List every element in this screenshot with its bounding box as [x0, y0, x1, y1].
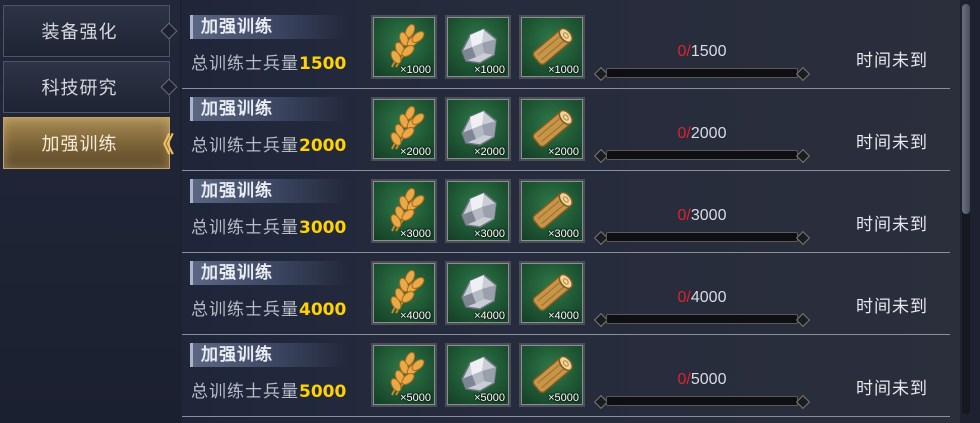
- bar-end-diamond-icon: [795, 394, 811, 410]
- resource-quantity: ×3000: [400, 228, 431, 240]
- sidebar-tab-label: 科技研究: [41, 78, 118, 99]
- requirement-text: 总训练士兵量2000: [191, 131, 346, 156]
- requirement-text: 总训练士兵量3000: [191, 213, 346, 238]
- tab-notch-icon: [160, 78, 178, 96]
- resource-quantity: ×4000: [474, 310, 505, 322]
- bar-end-diamond-icon: [795, 230, 811, 246]
- resource-slot-wheat[interactable]: ×3000: [371, 179, 437, 243]
- resource-slot-ore[interactable]: ×3000: [445, 179, 511, 243]
- row-title: 加强训练: [190, 97, 348, 121]
- training-row: 加强训练 总训练士兵量2000 ×2000 ×2000 ×2000 0/2000 时间未到: [182, 88, 950, 171]
- requirement-text: 总训练士兵量5000: [191, 377, 346, 402]
- resource-slot-wood[interactable]: ×4000: [519, 261, 585, 325]
- training-row: 加强训练 总训练士兵量5000 ×5000 ×5000 ×5000 0/5000 时间未到: [182, 334, 950, 417]
- progress-text: 0/2000: [594, 125, 810, 143]
- status-text: 时间未到: [856, 379, 928, 399]
- progress-goal: 2000: [690, 125, 727, 142]
- tab-notch-icon: [160, 22, 178, 40]
- progress-bar: [593, 229, 811, 246]
- resource-slot-wood[interactable]: ×3000: [519, 179, 585, 243]
- resource-slot-wheat[interactable]: ×4000: [371, 261, 437, 325]
- resource-quantity: ×2000: [474, 146, 505, 158]
- resource-quantity: ×2000: [400, 146, 431, 158]
- bar-end-diamond-icon: [795, 66, 811, 82]
- resource-slot-wood[interactable]: ×1000: [519, 15, 585, 79]
- requirement-value: 4000: [299, 300, 347, 320]
- progress-goal: 5000: [690, 371, 727, 388]
- row-title: 加强训练: [190, 15, 348, 39]
- requirement-label: 总训练士兵量: [191, 382, 299, 402]
- progress-text: 0/5000: [594, 371, 810, 389]
- status-text: 时间未到: [856, 133, 928, 153]
- progress-bar: [593, 311, 811, 328]
- requirement-value: 1500: [299, 54, 347, 74]
- resource-slot-wheat[interactable]: ×1000: [371, 15, 437, 79]
- resource-slot-ore[interactable]: ×4000: [445, 261, 511, 325]
- resource-quantity: ×5000: [474, 392, 505, 404]
- chevron-left-icon: 《: [151, 133, 174, 158]
- status-text: 时间未到: [856, 215, 928, 235]
- resource-quantity: ×4000: [548, 310, 579, 322]
- resource-slot-wheat[interactable]: ×2000: [371, 97, 437, 161]
- requirement-value: 2000: [299, 136, 347, 156]
- resource-quantity: ×3000: [474, 228, 505, 240]
- resource-slot-wood[interactable]: ×5000: [519, 343, 585, 407]
- training-row: 加强训练 总训练士兵量1500 ×1000 ×1000 ×1000 0/1500 时间未到: [182, 6, 950, 89]
- resource-quantity: ×5000: [400, 392, 431, 404]
- requirement-label: 总训练士兵量: [191, 300, 299, 320]
- training-row: 加强训练 总训练士兵量3000 ×3000 ×3000 ×3000 0/3000 时间未到: [182, 170, 950, 253]
- requirement-text: 总训练士兵量1500: [191, 49, 346, 74]
- row-title: 加强训练: [190, 179, 348, 203]
- scrollbar-thumb[interactable]: [962, 4, 970, 214]
- progress-track: [606, 232, 798, 242]
- training-list: 加强训练 总训练士兵量1500 ×1000 ×1000 ×1000 0/1500 时间未到加…: [182, 0, 960, 423]
- progress-track: [606, 68, 798, 78]
- resource-quantity: ×1000: [400, 64, 431, 76]
- bar-end-diamond-icon: [795, 148, 811, 164]
- progress-text: 0/3000: [594, 207, 810, 225]
- resource-quantity: ×4000: [400, 310, 431, 322]
- resource-slot-ore[interactable]: ×5000: [445, 343, 511, 407]
- requirement-value: 3000: [299, 218, 347, 238]
- progress-track: [606, 150, 798, 160]
- requirement-value: 5000: [299, 382, 347, 402]
- requirement-text: 总训练士兵量4000: [191, 295, 346, 320]
- progress-bar: [593, 65, 811, 82]
- resource-quantity: ×1000: [474, 64, 505, 76]
- resource-quantity: ×3000: [548, 228, 579, 240]
- progress-track: [606, 396, 798, 406]
- sidebar-tab-enhanced-training[interactable]: 加强训练 《: [3, 117, 174, 169]
- requirement-label: 总训练士兵量: [191, 218, 299, 238]
- sidebar-tab-equipment-enhance[interactable]: 装备强化: [3, 5, 178, 57]
- row-title: 加强训练: [190, 261, 348, 285]
- requirement-label: 总训练士兵量: [191, 136, 299, 156]
- resource-quantity: ×5000: [548, 392, 579, 404]
- sidebar: 装备强化 科技研究 加强训练 《: [0, 0, 180, 423]
- scrollbar[interactable]: [962, 4, 970, 414]
- sidebar-tab-label: 装备强化: [41, 22, 118, 43]
- progress-track: [606, 314, 798, 324]
- resource-slot-wood[interactable]: ×2000: [519, 97, 585, 161]
- progress-goal: 1500: [690, 43, 727, 60]
- row-title: 加强训练: [190, 343, 348, 367]
- sidebar-tab-label: 加强训练: [41, 134, 118, 155]
- progress-goal: 4000: [690, 289, 727, 306]
- resource-slot-ore[interactable]: ×2000: [445, 97, 511, 161]
- status-text: 时间未到: [856, 51, 928, 71]
- progress-text: 0/4000: [594, 289, 810, 307]
- resource-slot-wheat[interactable]: ×5000: [371, 343, 437, 407]
- requirement-label: 总训练士兵量: [191, 54, 299, 74]
- status-text: 时间未到: [856, 297, 928, 317]
- resource-slot-ore[interactable]: ×1000: [445, 15, 511, 79]
- progress-bar: [593, 393, 811, 410]
- progress-text: 0/1500: [594, 43, 810, 61]
- progress-bar: [593, 147, 811, 164]
- training-row: 加强训练 总训练士兵量4000 ×4000 ×4000 ×4000 0/4000 时间未到: [182, 252, 950, 335]
- progress-goal: 3000: [690, 207, 727, 224]
- resource-quantity: ×1000: [548, 64, 579, 76]
- sidebar-tab-tech-research[interactable]: 科技研究: [3, 61, 178, 113]
- resource-quantity: ×2000: [548, 146, 579, 158]
- bar-end-diamond-icon: [795, 312, 811, 328]
